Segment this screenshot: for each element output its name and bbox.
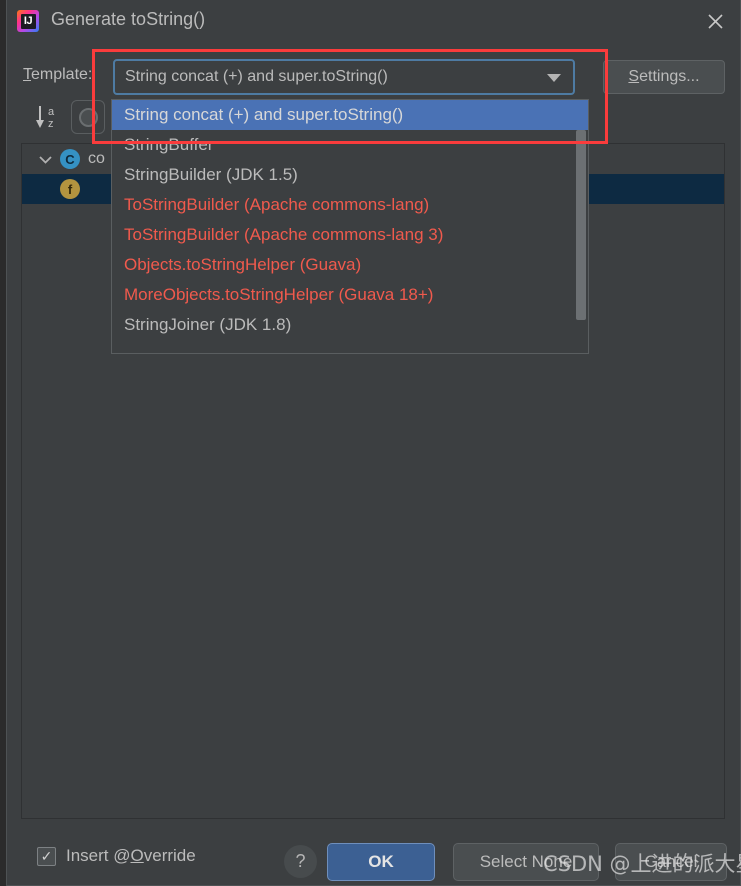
dropdown-item-tostringbuilder-commons-lang[interactable]: ToStringBuilder (Apache commons-lang) — [112, 190, 588, 220]
settings-button-label: ettings... — [639, 68, 700, 85]
insert-override-label: Insert @Override — [66, 846, 196, 866]
dropdown-item-tostringbuilder-commons-lang-3[interactable]: ToStringBuilder (Apache commons-lang 3) — [112, 220, 588, 250]
dropdown-item-stringbuffer[interactable]: StringBuffer — [112, 130, 588, 160]
template-label: Template: — [23, 66, 92, 84]
dropdown-scrollbar[interactable] — [576, 130, 586, 320]
dropdown-item-objects-tostringhelper[interactable]: Objects.toStringHelper (Guava) — [112, 250, 588, 280]
dialog-button-bar: ✓ Insert @Override ? OK Select None Canc… — [7, 823, 740, 885]
page-title: Generate toString() — [51, 9, 206, 29]
template-row: Template: String concat (+) and super.to… — [7, 58, 740, 96]
chevron-down-icon[interactable] — [34, 155, 56, 164]
settings-button[interactable]: Settings... — [603, 60, 725, 94]
template-label-rest: emplate: — [31, 66, 93, 83]
insert-override-label-mnemonic: O — [130, 846, 144, 865]
dropdown-item-string-concat[interactable]: String concat (+) and super.toString() — [112, 100, 588, 130]
dropdown-item-stringjoiner[interactable]: StringJoiner (JDK 1.8) — [112, 310, 588, 340]
intellij-idea-icon-glyph: IJ — [20, 13, 36, 29]
title-bar: IJ Generate toString() — [7, 0, 740, 44]
dropdown-item-stringbuilder[interactable]: StringBuilder (JDK 1.5) — [112, 160, 588, 190]
intellij-idea-icon: IJ — [17, 10, 39, 32]
template-combobox-value: String concat (+) and super.toString() — [125, 68, 388, 85]
chevron-down-icon[interactable] — [547, 74, 561, 82]
tree-node-label: co — [88, 150, 105, 167]
close-icon[interactable] — [696, 5, 734, 37]
cancel-button[interactable]: Cancel — [615, 843, 727, 881]
help-button[interactable]: ? — [284, 845, 317, 878]
dropdown-item-moreobjects-tostringhelper[interactable]: MoreObjects.toStringHelper (Guava 18+) — [112, 280, 588, 310]
class-icon: C — [60, 149, 80, 169]
select-none-button[interactable]: Select None — [453, 843, 599, 881]
insert-override-label-rest: verride — [143, 846, 196, 865]
template-label-mnemonic: T — [23, 66, 31, 83]
insert-override-checkbox[interactable]: ✓ — [37, 846, 56, 866]
template-dropdown-list[interactable]: String concat (+) and super.toString() S… — [111, 99, 589, 354]
svg-text:a: a — [48, 106, 55, 118]
settings-button-mnemonic: S — [628, 68, 640, 85]
svg-text:z: z — [48, 118, 54, 130]
sort-alphabetical-icon[interactable]: a z — [33, 102, 65, 132]
insert-override-label-prefix: Insert @ — [66, 846, 131, 865]
insert-override-checkbox-wrap[interactable]: ✓ Insert @Override — [37, 846, 196, 866]
field-icon: f — [60, 179, 80, 199]
ok-button[interactable]: OK — [327, 843, 435, 881]
filter-circle-icon[interactable] — [71, 100, 105, 134]
filter-circle-icon-dot — [78, 107, 98, 127]
template-combobox[interactable]: String concat (+) and super.toString() — [113, 59, 575, 95]
generate-tostring-dialog: IJ Generate toString() Template: String … — [6, 0, 741, 886]
